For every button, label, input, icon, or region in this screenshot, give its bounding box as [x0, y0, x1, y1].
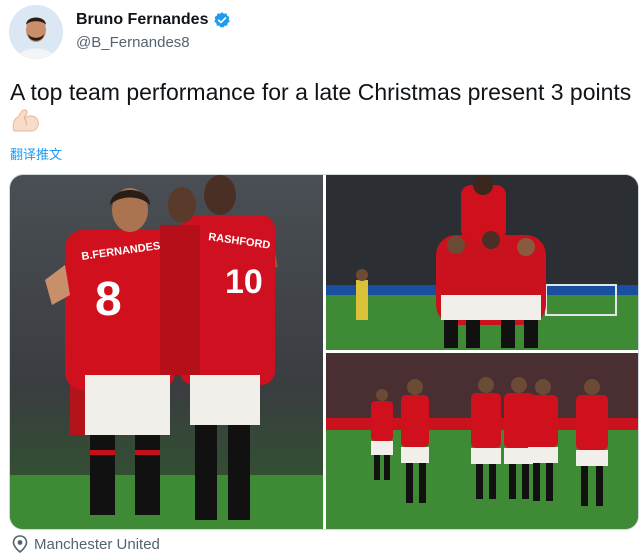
avatar[interactable] — [9, 5, 63, 59]
photo-players-celebrating[interactable]: B.FERNANDES 8 RASHFORD 10 — [10, 175, 323, 529]
location-label[interactable]: Manchester United — [34, 536, 160, 553]
photo-players-walking[interactable] — [326, 353, 638, 529]
tweet-location[interactable]: Manchester United — [12, 535, 160, 553]
tweet-text: A top team performance for a late Christ… — [10, 77, 635, 142]
display-name[interactable]: Bruno Fernandes — [76, 11, 208, 29]
jersey-number-8: 8 — [95, 273, 122, 326]
media-grid: B.FERNANDES 8 RASHFORD 10 — [9, 174, 639, 530]
translate-tweet-link[interactable]: 翻译推文 — [10, 144, 62, 163]
players-celebrating-image: B.FERNANDES 8 RASHFORD 10 — [10, 175, 323, 529]
location-pin-icon — [12, 535, 28, 553]
team-group-celebration-image — [326, 175, 638, 350]
author-name-row[interactable]: Bruno Fernandes — [76, 11, 231, 29]
players-walking-image — [326, 353, 638, 529]
flexed-biceps-icon — [10, 107, 42, 142]
jersey-number-10: 10 — [225, 263, 263, 301]
verified-badge-icon — [213, 11, 231, 29]
avatar-portrait-icon — [9, 5, 63, 59]
tweet-body: A top team performance for a late Christ… — [10, 79, 632, 105]
photo-team-group-celebration[interactable] — [326, 175, 638, 350]
user-handle[interactable]: @B_Fernandes8 — [76, 34, 190, 51]
